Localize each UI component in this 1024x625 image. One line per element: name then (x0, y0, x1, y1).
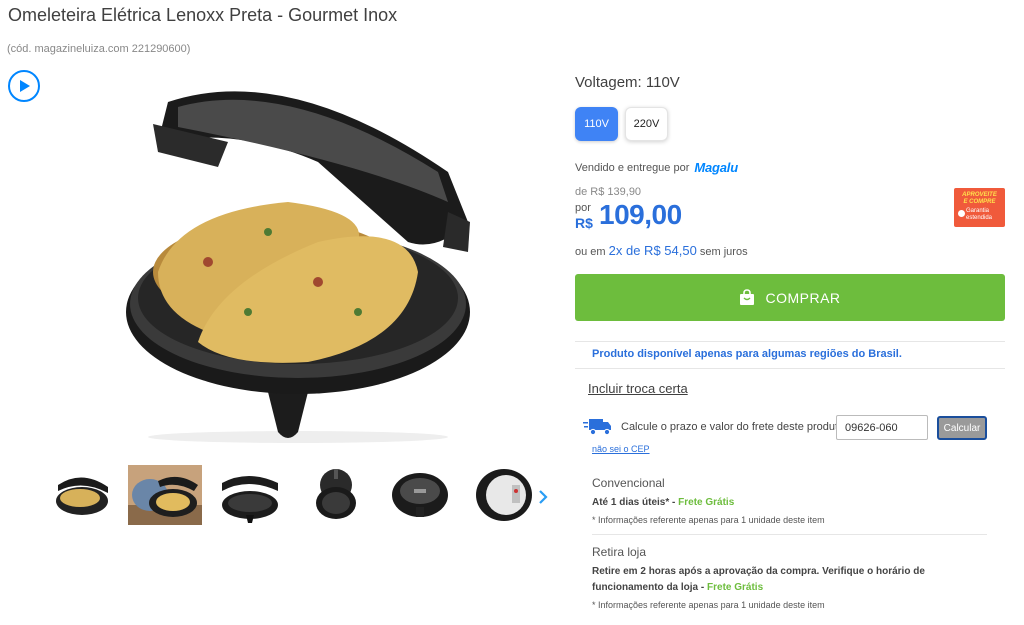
installment-suffix: sem juros (699, 246, 748, 258)
divider (575, 368, 1005, 369)
buy-button-label: COMPRAR (765, 289, 841, 306)
installment-value: 2x de R$ 54,50 (608, 243, 697, 258)
thumbnail-1[interactable] (52, 465, 116, 525)
voltage-option-110v[interactable]: 110V (575, 107, 618, 141)
shipping-option-title: Retira loja (592, 545, 647, 559)
thumbnail-5[interactable] (388, 465, 452, 525)
voltage-label: Voltagem: 110V (575, 74, 680, 91)
shield-icon (958, 210, 965, 217)
shipping-option-detail: Até 1 dias úteis* - Frete Grátis (592, 497, 735, 508)
shipping-calc-label: Calcule o prazo e valor do frete deste p… (621, 421, 848, 433)
play-video-button[interactable] (8, 70, 40, 102)
calculate-shipping-button[interactable]: Calcular (937, 416, 987, 440)
product-main-image (126, 91, 470, 443)
free-shipping-label: Frete Grátis (678, 497, 735, 508)
cep-input[interactable] (836, 415, 928, 440)
troca-certa-link[interactable]: Incluir troca certa (588, 381, 688, 396)
dont-know-cep-link[interactable]: não sei o CEP (592, 444, 650, 454)
badge-line-4: estendida (966, 215, 993, 221)
chevron-right-icon[interactable] (536, 489, 550, 505)
shipping-option-title: Convencional (592, 476, 665, 490)
thumbnail-2[interactable] (128, 465, 202, 525)
product-title: Omeleteira Elétrica Lenoxx Preta - Gourm… (8, 5, 398, 25)
truck-icon (583, 419, 611, 436)
thumbnail-4[interactable] (304, 465, 368, 525)
thumbnail-strip (52, 465, 552, 529)
price-por-label: por (575, 202, 591, 214)
divider (575, 341, 1005, 342)
seller-prefix: Vendido e entregue por (575, 161, 690, 174)
seller-info: Vendido e entregue por Magalu (575, 160, 738, 175)
price-currency: R$ (575, 215, 593, 231)
extended-warranty-badge[interactable]: APROVEITE E COMPRE Garantia estendida (954, 188, 1005, 227)
badge-line-3: Garantia (966, 208, 990, 214)
buy-button[interactable]: COMPRAR (575, 274, 1005, 321)
thumbnail-3[interactable] (218, 465, 282, 525)
shipping-option-detail: Retire em 2 horas após a aprovação da co… (592, 566, 925, 593)
free-shipping-label: Frete Grátis (707, 582, 764, 593)
badge-line-2: E COMPRE (963, 199, 996, 205)
availability-notice: Produto disponível apenas para algumas r… (592, 348, 902, 360)
current-price: 109,00 (599, 199, 682, 230)
buy-box: Voltagem: 110V 110V 220V Vendido e entre… (575, 0, 1007, 625)
installment-info: ou em 2x de R$ 54,50 sem juros (575, 243, 748, 258)
shipping-option-note: * Informações referente apenas para 1 un… (592, 515, 825, 525)
badge-line-1: APROVEITE (962, 192, 997, 198)
thumbnail-6[interactable] (472, 465, 536, 525)
installment-prefix: ou em (575, 246, 606, 258)
seller-brand-logo: Magalu (694, 160, 738, 175)
old-price: de R$ 139,90 (575, 186, 642, 198)
product-code: (cód. magazineluiza.com 221290600) (7, 43, 191, 55)
voltage-option-220v[interactable]: 220V (625, 107, 668, 141)
shipping-option-note: * Informações referente apenas para 1 un… (592, 600, 825, 610)
shopping-bag-icon (740, 289, 755, 305)
divider (592, 534, 987, 535)
play-icon (20, 80, 30, 92)
